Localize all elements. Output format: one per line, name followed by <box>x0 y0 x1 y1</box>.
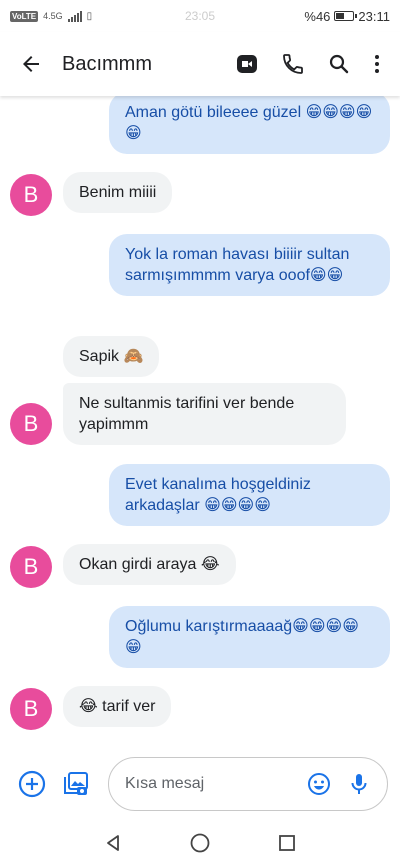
status-bar: VoLTE 4.5G ▯ 23:05 %46 23:11 <box>0 0 400 32</box>
nav-back-icon <box>107 835 120 851</box>
message-outgoing[interactable]: Aman götü bileeee güzel 😁😁😁😁😁 <box>109 96 390 154</box>
status-left: VoLTE 4.5G ▯ <box>10 10 92 22</box>
system-nav-bar <box>0 820 400 866</box>
message-input-box[interactable] <box>108 757 388 811</box>
add-attachment-button[interactable] <box>10 762 54 806</box>
network-type: 4.5G <box>43 11 63 21</box>
app-bar: Bacımmm <box>0 32 400 96</box>
emoji-button[interactable] <box>299 764 339 804</box>
status-right: %46 23:11 <box>304 9 390 24</box>
video-call-button[interactable] <box>224 44 270 84</box>
avatar[interactable]: B <box>10 688 52 730</box>
gallery-icon <box>64 772 88 795</box>
message-outgoing[interactable]: Evet kanalıma hoşgeldiniz arkadaşlar 😁😁😁… <box>109 464 390 526</box>
nav-recents-button[interactable] <box>267 823 307 863</box>
mic-button[interactable] <box>339 764 379 804</box>
nav-recents-icon <box>278 835 295 851</box>
message-incoming[interactable]: Okan girdi araya 😂 <box>63 544 236 585</box>
message-incoming[interactable]: Benim miiii <box>63 172 173 213</box>
call-button[interactable] <box>270 44 316 84</box>
video-call-icon <box>237 55 257 73</box>
back-button[interactable] <box>14 47 48 81</box>
emoji-icon <box>308 773 330 795</box>
nav-home-icon <box>190 833 210 853</box>
add-circle-icon <box>18 770 46 798</box>
more-options-button[interactable] <box>362 44 392 84</box>
clock: 23:11 <box>358 8 390 24</box>
composer <box>0 748 400 820</box>
nav-home-button[interactable] <box>180 823 220 863</box>
message-incoming[interactable]: Ne sultanmis tarifini ver bende yapimmm <box>63 383 346 445</box>
nav-back-button[interactable] <box>93 823 133 863</box>
battery-percent: %46 <box>304 8 331 24</box>
gallery-button[interactable] <box>54 762 98 806</box>
phone-icon <box>283 54 303 74</box>
search-button[interactable] <box>316 44 362 84</box>
message-outgoing[interactable]: Oğlumu karıştırmaaaağ😁😁😁😁😁 <box>109 606 390 668</box>
battery-fill <box>336 13 344 19</box>
avatar[interactable]: B <box>10 174 52 216</box>
message-outgoing[interactable]: Yok la roman havası biiiir sultan sarmış… <box>109 234 390 296</box>
contact-name: Bacımmm <box>62 52 152 75</box>
mic-icon <box>351 774 367 794</box>
vibrate-icon: ▯ <box>86 10 93 22</box>
more-vert-icon <box>375 55 379 73</box>
message-incoming[interactable]: Sapik 🙈 <box>63 336 160 377</box>
avatar[interactable]: B <box>10 403 52 445</box>
message-input[interactable] <box>125 775 299 793</box>
volte-badge: VoLTE <box>10 10 39 22</box>
message-incoming[interactable]: 😂 tarif ver <box>63 686 172 727</box>
battery-icon <box>334 11 358 21</box>
search-icon <box>329 54 349 74</box>
message-list[interactable]: Aman götü bileeee güzel 😁😁😁😁😁 B Benim mi… <box>0 96 400 748</box>
signal-icon <box>67 10 82 22</box>
avatar[interactable]: B <box>10 546 52 588</box>
arrow-back-icon <box>23 56 39 72</box>
